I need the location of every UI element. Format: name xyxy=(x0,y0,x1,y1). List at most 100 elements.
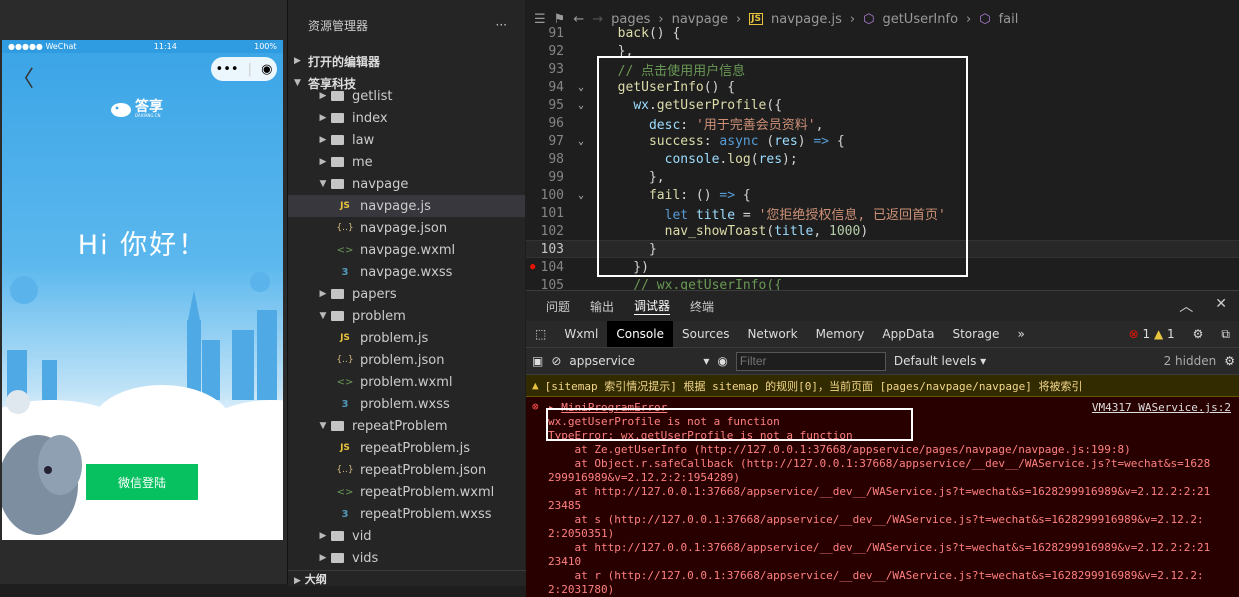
tab-problems[interactable]: 问题 xyxy=(546,298,570,315)
elephant-logo-icon xyxy=(111,103,131,117)
chevron-right-icon: ▶ xyxy=(319,113,327,123)
devtools-tabs: ⬚ Wxml Console Sources Network Memory Ap… xyxy=(526,321,1239,348)
simulator-panel: ●●●●● WeChat 11:14 100% 〈 ••• | ◉ 答享 DAX… xyxy=(0,0,287,584)
tab-memory[interactable]: Memory xyxy=(807,321,874,347)
stack-line[interactable]: at http://127.0.0.1:37668/appservice/__d… xyxy=(548,541,1231,555)
levels-select[interactable]: Default levels ▾ xyxy=(894,354,986,368)
line-number[interactable]: 95 xyxy=(526,98,572,113)
line-number[interactable]: 92 xyxy=(526,44,572,59)
layout-icon[interactable]: ⧉ xyxy=(1212,321,1239,347)
more-dots-icon[interactable]: ••• xyxy=(216,62,239,77)
filter-input[interactable] xyxy=(735,351,886,371)
tree-item[interactable]: <> navpage.wxml xyxy=(288,239,525,261)
tree-item[interactable]: ▼ problem xyxy=(288,305,525,327)
tree-item-label: problem.js xyxy=(360,330,429,346)
tree-item[interactable]: JS problem.js xyxy=(288,327,525,349)
tree-item[interactable]: 3 problem.wxss xyxy=(288,393,525,415)
tree-item[interactable]: ▼ repeatProblem xyxy=(288,415,525,437)
stack-line[interactable]: 2:2050351) xyxy=(548,527,1231,541)
capsule-menu[interactable]: ••• | ◉ xyxy=(211,57,277,81)
context-select[interactable]: appservice ▾ xyxy=(569,354,709,368)
tree-item[interactable]: <> problem.wxml xyxy=(288,371,525,393)
tab-console[interactable]: Console xyxy=(607,321,673,347)
error-count[interactable]: ⊗ 1 ▲ 1 xyxy=(1120,321,1184,347)
bottom-panel-tabs: 问题 输出 调试器 终端 ︿ ✕ xyxy=(526,291,1239,321)
tab-storage[interactable]: Storage xyxy=(943,321,1008,347)
line-number[interactable]: 94 xyxy=(526,80,572,95)
line-number[interactable]: 105 xyxy=(526,278,572,291)
line-number[interactable]: 99 xyxy=(526,170,572,185)
wechat-login-button[interactable]: 微信登陆 xyxy=(86,464,198,500)
wxss-file-icon: 3 xyxy=(341,398,349,410)
tree-item[interactable]: JS navpage.js xyxy=(288,195,525,217)
greeting-text: Hi 你好！ xyxy=(77,230,208,261)
sidebar-toggle-icon[interactable]: ▣ xyxy=(532,354,543,368)
tree-item[interactable]: 3 repeatProblem.wxss xyxy=(288,503,525,525)
clear-console-icon[interactable]: ⊘ xyxy=(551,354,561,368)
stack-line[interactable]: at http://127.0.0.1:37668/appservice/__d… xyxy=(548,485,1231,499)
tab-output[interactable]: 输出 xyxy=(590,298,614,315)
tree-item[interactable]: ▼ navpage xyxy=(288,173,525,195)
open-editors-label: 打开的编辑器 xyxy=(308,54,381,69)
chevron-up-icon[interactable]: ︿ xyxy=(1179,296,1193,316)
tree-item[interactable]: ▶ getlist xyxy=(288,85,525,107)
tree-item[interactable]: <> repeatProblem.wxml xyxy=(288,481,525,503)
line-number[interactable]: 97 xyxy=(526,134,572,149)
eye-icon[interactable]: ◉ xyxy=(717,354,727,368)
error-source-link[interactable]: VM4317 WAService.js:2 xyxy=(1092,401,1231,415)
tree-item[interactable]: ▶ law xyxy=(288,129,525,151)
line-number[interactable]: 98 xyxy=(526,152,572,167)
tab-appdata[interactable]: AppData xyxy=(873,321,943,347)
code-line[interactable]: 91 back() { xyxy=(526,24,1239,42)
code-text: back() { xyxy=(617,25,681,41)
line-number[interactable]: 100 xyxy=(526,188,572,203)
chevron-right-icon: ▶ xyxy=(294,56,301,66)
line-number[interactable]: 102 xyxy=(526,224,572,239)
tab-network[interactable]: Network xyxy=(738,321,806,347)
more-actions-icon[interactable]: ··· xyxy=(496,18,507,32)
tree-item[interactable]: ▶ papers xyxy=(288,283,525,305)
close-circle-icon[interactable]: ◉ xyxy=(261,62,272,77)
code-line[interactable]: 105 // wx.getUserInfo({ xyxy=(526,276,1239,291)
line-number[interactable]: 101 xyxy=(526,206,572,221)
tab-sources[interactable]: Sources xyxy=(673,321,738,347)
line-number[interactable]: 91 xyxy=(526,26,572,41)
tree-item[interactable]: ▶ me xyxy=(288,151,525,173)
tree-item[interactable]: {..} navpage.json xyxy=(288,217,525,239)
line-number[interactable]: 96 xyxy=(526,116,572,131)
file-explorer: 资源管理器 ··· ▶ 打开的编辑器 ▼ 答享科技 ▶ getlist ▶ index ▶ l… xyxy=(287,0,526,588)
tab-terminal[interactable]: 终端 xyxy=(690,298,714,315)
stack-line[interactable]: at Object.r.safeCallback (http://127.0.0… xyxy=(548,457,1231,471)
line-number[interactable]: 103 xyxy=(526,242,572,257)
tree-item[interactable]: JS repeatProblem.js xyxy=(288,437,525,459)
tab-wxml[interactable]: Wxml xyxy=(555,321,607,347)
tree-item[interactable]: ▶ index xyxy=(288,107,525,129)
inspect-icon[interactable]: ⬚ xyxy=(526,321,555,347)
line-number[interactable]: 93 xyxy=(526,62,572,77)
stack-line[interactable]: 23485 xyxy=(548,499,1231,513)
tree-item[interactable]: {..} problem.json xyxy=(288,349,525,371)
close-icon[interactable]: ✕ xyxy=(1215,296,1227,316)
status-bar: ●●●●● WeChat 11:14 100% xyxy=(2,40,283,53)
hidden-count: 2 hidden xyxy=(1163,354,1217,368)
stack-line[interactable]: at Ze.getUserInfo (http://127.0.0.1:3766… xyxy=(548,443,1231,457)
stack-trace: wx.getUserProfile is not a function TypeE… xyxy=(548,415,1231,597)
tree-item[interactable]: ▶ vids xyxy=(288,547,525,569)
stack-line[interactable]: at r (http://127.0.0.1:37668/appservice/… xyxy=(548,569,1231,583)
tree-item[interactable]: 3 navpage.wxss xyxy=(288,261,525,283)
stack-line[interactable]: 299916989&v=2.12.2:2:1954289) xyxy=(548,471,1231,485)
explorer-header: 资源管理器 ··· xyxy=(288,0,525,50)
more-tabs-icon[interactable]: » xyxy=(1008,321,1033,347)
settings-icon[interactable]: ⚙ xyxy=(1184,321,1213,347)
settings-icon[interactable]: ⚙ xyxy=(1224,354,1239,368)
stack-line[interactable]: 2:2031780) xyxy=(548,583,1231,597)
tree-item[interactable]: {..} repeatProblem.json xyxy=(288,459,525,481)
stack-line[interactable]: at s (http://127.0.0.1:37668/appservice/… xyxy=(548,513,1231,527)
json-file-icon: {..} xyxy=(336,465,354,475)
open-editors-section[interactable]: ▶ 打开的编辑器 xyxy=(288,50,525,72)
stack-line[interactable]: 23410 xyxy=(548,555,1231,569)
tree-item[interactable]: ▶ vid xyxy=(288,525,525,547)
breakpoint-icon[interactable]: ● xyxy=(530,262,535,272)
tab-debugger[interactable]: 调试器 xyxy=(634,297,671,315)
back-arrow-icon[interactable]: 〈 xyxy=(12,61,34,93)
